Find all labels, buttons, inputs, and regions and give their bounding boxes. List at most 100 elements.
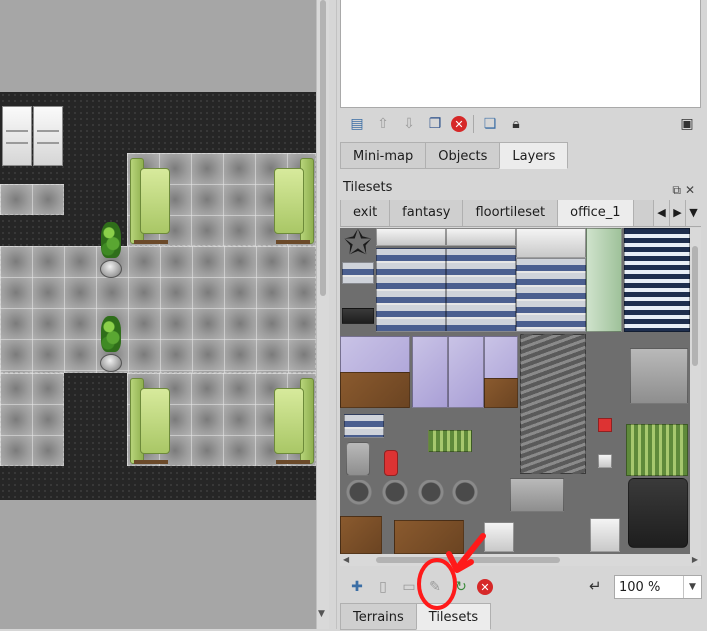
layer-group-icon[interactable]: ❏ bbox=[480, 114, 500, 134]
green-armchair-tile bbox=[130, 378, 172, 464]
zoom-value: 100 % bbox=[619, 579, 661, 595]
tile[interactable] bbox=[342, 308, 374, 324]
tab-tileset-office-1[interactable]: office_1 bbox=[557, 200, 634, 226]
tab-terrains[interactable]: Terrains bbox=[340, 603, 417, 630]
tab-objects[interactable]: Objects bbox=[425, 142, 501, 169]
green-armchair-tile bbox=[272, 158, 314, 244]
tile[interactable] bbox=[516, 258, 586, 332]
filing-cabinet-tile bbox=[2, 106, 32, 166]
panel-float-close-icons[interactable]: ⧉✕ bbox=[672, 180, 699, 200]
dock-tabs-top: Mini-map Objects Layers bbox=[340, 142, 569, 169]
tile[interactable] bbox=[346, 442, 370, 476]
layers-toolbar: ▤ ⇧ ⇩ ❐ ✕ ❏ 🔒︎ ▣ bbox=[347, 114, 694, 134]
toolbar-separator bbox=[473, 115, 474, 133]
map-canvas[interactable] bbox=[0, 92, 316, 500]
tilesets-panel-title: Tilesets bbox=[343, 180, 393, 195]
tileset-tab-scroll: ◀ ▶ ▼ bbox=[653, 200, 701, 226]
tilesets-toolbar: ✚ ▯ ▭ ✎ ↻ ✕ bbox=[347, 577, 493, 597]
replace-tileset-icon[interactable]: ↻ bbox=[451, 577, 471, 597]
map-viewport[interactable] bbox=[0, 0, 316, 629]
tile[interactable] bbox=[520, 334, 586, 474]
tile[interactable] bbox=[626, 424, 688, 476]
tile[interactable] bbox=[344, 480, 374, 510]
tile[interactable] bbox=[598, 418, 612, 432]
tab-tileset-fantasy[interactable]: fantasy bbox=[389, 200, 464, 226]
tile[interactable] bbox=[598, 454, 612, 468]
tile[interactable] bbox=[384, 450, 398, 476]
tile[interactable] bbox=[484, 378, 518, 408]
scroll-right-arrow-icon[interactable]: ▶ bbox=[692, 554, 698, 566]
tab-layers[interactable]: Layers bbox=[499, 142, 569, 169]
tile[interactable] bbox=[376, 228, 446, 246]
map-vertical-scrollbar[interactable]: ▼ bbox=[316, 0, 329, 629]
tab-tileset-floortileset[interactable]: floortileset bbox=[462, 200, 559, 226]
panel-splitter[interactable] bbox=[329, 0, 337, 629]
duplicate-layer-icon[interactable]: ❐ bbox=[425, 114, 445, 134]
scrollbar-thumb[interactable] bbox=[692, 246, 698, 366]
new-layer-icon[interactable]: ▤ bbox=[347, 114, 367, 134]
tile[interactable] bbox=[340, 516, 382, 554]
export-tileset-icon[interactable]: ▭ bbox=[399, 577, 419, 597]
green-armchair-tile bbox=[130, 158, 172, 244]
embed-tileset-icon[interactable]: ▯ bbox=[373, 577, 393, 597]
tab-tileset-exit[interactable]: exit bbox=[340, 200, 391, 226]
raise-layer-icon[interactable]: ⇧ bbox=[373, 114, 393, 134]
highlight-layer-icon[interactable]: ▣ bbox=[677, 114, 697, 134]
tab-mini-map[interactable]: Mini-map bbox=[340, 142, 427, 169]
tile[interactable] bbox=[630, 348, 688, 404]
tile[interactable] bbox=[394, 520, 464, 554]
tile[interactable] bbox=[590, 518, 620, 552]
tile[interactable] bbox=[510, 478, 564, 512]
tile[interactable] bbox=[412, 336, 448, 408]
dynamic-wrapping-icon[interactable]: ↵ bbox=[589, 577, 602, 595]
tile[interactable] bbox=[628, 478, 688, 548]
scroll-left-arrow-icon[interactable]: ◀ bbox=[343, 554, 349, 566]
tilesets-panel-header: Tilesets ⧉✕ bbox=[340, 178, 701, 198]
tile[interactable] bbox=[446, 248, 516, 332]
edit-tileset-icon[interactable]: ✎ bbox=[425, 577, 445, 597]
lock-layer-icon[interactable]: 🔒︎ bbox=[506, 114, 526, 134]
tile[interactable] bbox=[450, 480, 480, 510]
remove-layer-icon[interactable]: ✕ bbox=[451, 116, 467, 132]
zoom-select[interactable]: 100 % ▼ bbox=[614, 575, 702, 599]
tile[interactable] bbox=[344, 414, 384, 438]
floor-area-corridor bbox=[0, 246, 316, 373]
scrollbar-thumb[interactable] bbox=[320, 0, 326, 296]
tile[interactable] bbox=[376, 248, 446, 332]
green-armchair-tile bbox=[272, 378, 314, 464]
floor-area-top-left bbox=[0, 184, 64, 215]
remove-tileset-icon[interactable]: ✕ bbox=[477, 579, 493, 595]
potted-plant-tile bbox=[98, 222, 124, 278]
tile[interactable] bbox=[448, 336, 484, 408]
scrollbar-thumb[interactable] bbox=[376, 557, 560, 563]
right-dock-panel: ▤ ⇧ ⇩ ❐ ✕ ❏ 🔒︎ ▣ Mini-map Objects Layers… bbox=[337, 0, 707, 630]
tile[interactable] bbox=[380, 480, 410, 510]
tileset-horizontal-scrollbar[interactable]: ◀ ▶ bbox=[340, 554, 701, 566]
tile[interactable] bbox=[428, 430, 472, 452]
layers-list[interactable] bbox=[340, 0, 701, 108]
chevron-left-icon[interactable]: ◀ bbox=[653, 200, 669, 226]
dock-tabs-bottom: Terrains Tilesets bbox=[340, 603, 492, 630]
tile[interactable] bbox=[516, 228, 586, 258]
tile[interactable] bbox=[586, 228, 622, 332]
chevron-right-icon[interactable]: ▶ bbox=[669, 200, 685, 226]
star-tile[interactable]: ✩ bbox=[342, 228, 374, 260]
tile[interactable] bbox=[484, 522, 514, 552]
chevron-down-icon[interactable]: ▼ bbox=[683, 576, 701, 598]
tileset-tabs: exit fantasy floortileset office_1 ◀ ▶ ▼ bbox=[340, 200, 701, 227]
tile[interactable] bbox=[416, 480, 446, 510]
tile[interactable] bbox=[446, 228, 516, 246]
tile[interactable] bbox=[340, 372, 410, 408]
tile[interactable] bbox=[342, 262, 374, 284]
chevron-down-icon[interactable]: ▼ bbox=[685, 200, 701, 226]
tileset-vertical-scrollbar[interactable] bbox=[690, 228, 701, 554]
potted-plant-tile bbox=[98, 316, 124, 372]
floor-area-bottom-left bbox=[0, 373, 64, 466]
tile[interactable] bbox=[624, 228, 690, 332]
filing-cabinet-tile bbox=[33, 106, 63, 166]
scroll-down-arrow-icon[interactable]: ▼ bbox=[318, 609, 325, 619]
lower-layer-icon[interactable]: ⇩ bbox=[399, 114, 419, 134]
tileset-view[interactable]: ✩ bbox=[340, 228, 690, 554]
new-tileset-icon[interactable]: ✚ bbox=[347, 577, 367, 597]
tab-tilesets[interactable]: Tilesets bbox=[415, 603, 492, 630]
